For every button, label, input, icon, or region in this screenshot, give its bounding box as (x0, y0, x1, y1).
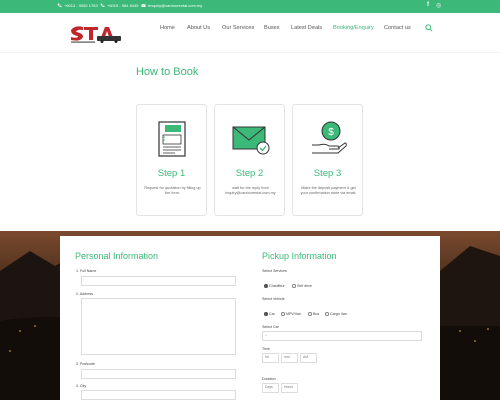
select-car-label: Select Car (262, 325, 279, 329)
radio-car[interactable]: Car (264, 312, 275, 316)
nav-home[interactable]: Home (160, 25, 175, 31)
step-1-desc: Request for quotation by filling up the … (144, 186, 201, 196)
step-2-card: Step 2 wait for the reply from inquiry@c… (214, 104, 285, 216)
personal-info-title: Personal Information (75, 251, 159, 261)
duration-hours-select[interactable]: Hours (281, 383, 298, 393)
select-car-dropdown[interactable]: -- (262, 331, 422, 341)
time-minute-value: mm (284, 355, 290, 359)
step-1-card: Step 1 Request for quotation by filling … (136, 104, 207, 216)
full-name-label: 1. Full Name (76, 269, 97, 273)
instagram-icon[interactable]: ◎ (436, 2, 441, 9)
select-services-label: Select Services (262, 269, 287, 273)
radio-unselected-icon (281, 312, 285, 316)
city-input[interactable] (81, 390, 236, 400)
radio-mpv-van-label: MPV/Van (286, 312, 301, 316)
nav-about-us[interactable]: About Us (187, 25, 210, 31)
time-hour-value: hh (265, 355, 269, 359)
phone-contact-1[interactable]: +6013 - 9082 1763 (57, 3, 98, 8)
time-hour-select[interactable]: hh (262, 353, 279, 363)
site-header: Home About Us Our Services Buses Latest … (0, 13, 500, 53)
step-3-title: Step 3 (313, 168, 342, 179)
duration-days-value: Days (265, 385, 273, 389)
radio-self-drive[interactable]: Self drive (292, 284, 312, 288)
step-3-desc: Make the deposit payment & get your conf… (300, 186, 357, 196)
nav-our-services[interactable]: Our Services (222, 25, 254, 31)
nav-booking-enquiry[interactable]: Booking/Enquiry (333, 25, 374, 31)
phone-contact-2[interactable]: +6019 - 984 8445 (100, 3, 138, 8)
phone-icon (100, 3, 105, 8)
radio-car-label: Car (269, 312, 275, 316)
radio-bus[interactable]: Bus (308, 312, 319, 316)
booking-form: Personal Information 1. Full Name 2. Add… (60, 236, 440, 400)
select-vehicle-label: Select Vehicle (262, 297, 285, 301)
form-document-icon (158, 121, 186, 157)
phone-2-text: +6019 - 984 8445 (107, 3, 139, 8)
hand-coin-icon: $ (312, 121, 347, 154)
radio-unselected-icon (292, 284, 296, 288)
email-contact[interactable]: enquiry@cantourental.com.my (141, 3, 202, 8)
step-1-title: Step 1 (157, 168, 186, 179)
nav-contact-us[interactable]: Contact us (384, 25, 411, 31)
step-2-title: Step 2 (235, 168, 264, 179)
nav-buses[interactable]: Buses (264, 25, 280, 31)
radio-self-drive-label: Self drive (297, 284, 312, 288)
duration-days-select[interactable]: Days (262, 383, 279, 393)
time-label: Time (262, 347, 270, 351)
address-label: 2. Address (76, 292, 93, 296)
time-minute-select[interactable]: mm (281, 353, 298, 363)
radio-cargo-van-label: Cargo Van (330, 312, 347, 316)
city-label: 4. City (76, 384, 87, 388)
radio-unselected-icon (308, 312, 312, 316)
radio-selected-icon (264, 312, 268, 316)
duration-label: Duration (262, 377, 276, 381)
phone-1-text: +6013 - 9082 1763 (64, 3, 98, 8)
search-icon[interactable] (425, 24, 433, 32)
postcode-label: 3. Postcode (76, 362, 95, 366)
top-contact-bar: +6013 - 9082 1763 +6019 - 984 8445 enqui… (0, 0, 500, 13)
duration-hours-value: Hours (284, 385, 294, 389)
step-2-desc: wait for the reply from inquiry@cantoure… (225, 186, 276, 196)
select-car-value: -- (265, 333, 268, 337)
radio-unselected-icon (325, 312, 329, 316)
phone-icon (57, 3, 62, 8)
radio-chauffeur-label: Chauffeur (269, 284, 285, 288)
postcode-input[interactable] (81, 369, 236, 379)
radio-selected-icon (264, 284, 268, 288)
radio-mpv-van[interactable]: MPV/Van (281, 312, 301, 316)
full-name-input[interactable] (81, 276, 236, 286)
envelope-check-icon (232, 126, 270, 155)
svg-text:$: $ (328, 127, 334, 138)
radio-chauffeur[interactable]: Chauffeur (264, 284, 285, 288)
time-ampm-value: AM (303, 355, 309, 359)
radio-cargo-van[interactable]: Cargo Van (325, 312, 347, 316)
mail-icon (141, 3, 146, 7)
step-3-card: $ Step 3 Make the deposit payment & get … (292, 104, 363, 216)
address-textarea[interactable] (81, 298, 236, 355)
nav-latest-deals[interactable]: Latest Deals (291, 25, 322, 31)
how-to-book-title: How to Book (136, 66, 199, 78)
pickup-info-title: Pickup Information (262, 251, 337, 261)
email-text: enquiry@cantourental.com.my (148, 3, 203, 8)
facebook-icon[interactable]: f (427, 2, 429, 8)
time-ampm-select[interactable]: AM (300, 353, 317, 363)
radio-bus-label: Bus (313, 312, 320, 316)
company-logo[interactable] (69, 24, 123, 44)
